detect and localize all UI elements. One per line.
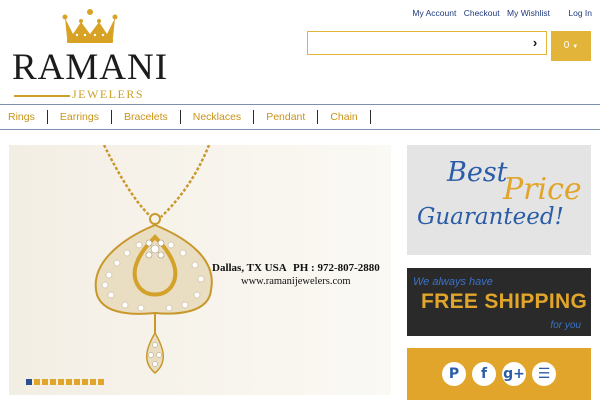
logo-subtitle: JEWELERS: [72, 87, 144, 101]
cart-button[interactable]: 0 ▼: [551, 31, 591, 61]
shipping-line3: for you: [550, 320, 581, 331]
slider-dot[interactable]: [90, 379, 96, 385]
rss-icon[interactable]: ☰: [532, 362, 556, 386]
logo[interactable]: RAMANI JEWELERS: [12, 8, 169, 101]
slider-dot[interactable]: [66, 379, 72, 385]
slider-dot[interactable]: [74, 379, 80, 385]
nav-item-bracelets[interactable]: Bracelets: [124, 110, 181, 124]
nav-item-pendant[interactable]: Pendant: [266, 110, 319, 124]
crown-icon: [62, 9, 118, 43]
nav-item-earrings[interactable]: Earrings: [60, 110, 112, 124]
social-bar: P f g+ ☰: [407, 348, 591, 400]
chevron-right-icon[interactable]: ›: [526, 34, 544, 52]
slider-dots: [26, 379, 106, 385]
free-shipping-promo[interactable]: We always have FREE SHIPPING for you: [407, 268, 591, 336]
nav-item-chain[interactable]: Chain: [330, 110, 371, 124]
google-plus-icon[interactable]: g+: [502, 362, 526, 386]
slider-dot[interactable]: [98, 379, 104, 385]
checkout-link[interactable]: Checkout: [464, 8, 500, 18]
slider-dot[interactable]: [50, 379, 56, 385]
search-input[interactable]: ›: [307, 31, 547, 55]
hero-banner[interactable]: Dallas, TX USA PH : 972-807-2880 www.ram…: [9, 145, 391, 395]
promo-best: Best: [447, 157, 508, 188]
banner-website: www.ramanijewelers.com: [241, 276, 351, 287]
logo-name: RAMANI: [12, 47, 169, 88]
slider-dot[interactable]: [82, 379, 88, 385]
top-links: My Account Checkout My Wishlist Log In: [407, 8, 592, 18]
pinterest-icon[interactable]: P: [442, 362, 466, 386]
nav-item-rings[interactable]: Rings: [8, 110, 48, 124]
shipping-line1: We always have: [413, 276, 493, 288]
slider-dot[interactable]: [34, 379, 40, 385]
cart-count: 0: [563, 40, 570, 51]
facebook-icon[interactable]: f: [472, 362, 496, 386]
nav-item-necklaces[interactable]: Necklaces: [193, 110, 255, 124]
page: RAMANI JEWELERS My Account Checkout My W…: [0, 0, 600, 400]
banner-phone: PH : 972-807-2880: [293, 262, 380, 274]
logo-divider: [14, 95, 70, 97]
chevron-down-icon: ▼: [572, 44, 579, 50]
promo-guaranteed: Guaranteed!: [417, 204, 564, 230]
slider-dot[interactable]: [58, 379, 64, 385]
slider-dot[interactable]: [26, 379, 32, 385]
slider-dot[interactable]: [42, 379, 48, 385]
promo-price: Price: [503, 172, 582, 207]
banner-location: Dallas, TX USA: [212, 262, 287, 274]
main-nav: Rings Earrings Bracelets Necklaces Penda…: [0, 104, 600, 130]
best-price-promo[interactable]: Best Price Guaranteed!: [407, 145, 591, 255]
shipping-headline: FREE SHIPPING: [421, 290, 588, 313]
log-in-link[interactable]: Log In: [568, 8, 592, 18]
my-account-link[interactable]: My Account: [412, 8, 456, 18]
my-wishlist-link[interactable]: My Wishlist: [507, 8, 550, 18]
